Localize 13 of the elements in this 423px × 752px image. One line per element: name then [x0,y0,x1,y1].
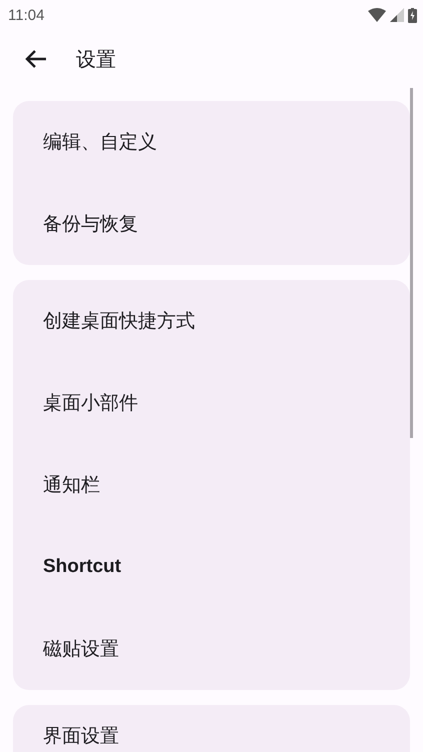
settings-item[interactable]: Shortcut [13,526,410,608]
settings-item[interactable]: 编辑、自定义 [13,101,410,183]
signal-icon [390,8,404,22]
settings-item[interactable]: 界面设置 [13,705,410,752]
page-title: 设置 [76,46,116,72]
settings-item[interactable]: 创建桌面快捷方式 [13,280,410,362]
settings-item[interactable]: 桌面小部件 [13,362,410,444]
status-time: 11:04 [8,6,44,24]
settings-item[interactable]: 磁贴设置 [13,608,410,690]
wifi-icon [368,8,386,22]
battery-icon [408,8,417,22]
settings-item[interactable]: 通知栏 [13,444,410,526]
settings-item[interactable]: 备份与恢复 [13,183,410,265]
